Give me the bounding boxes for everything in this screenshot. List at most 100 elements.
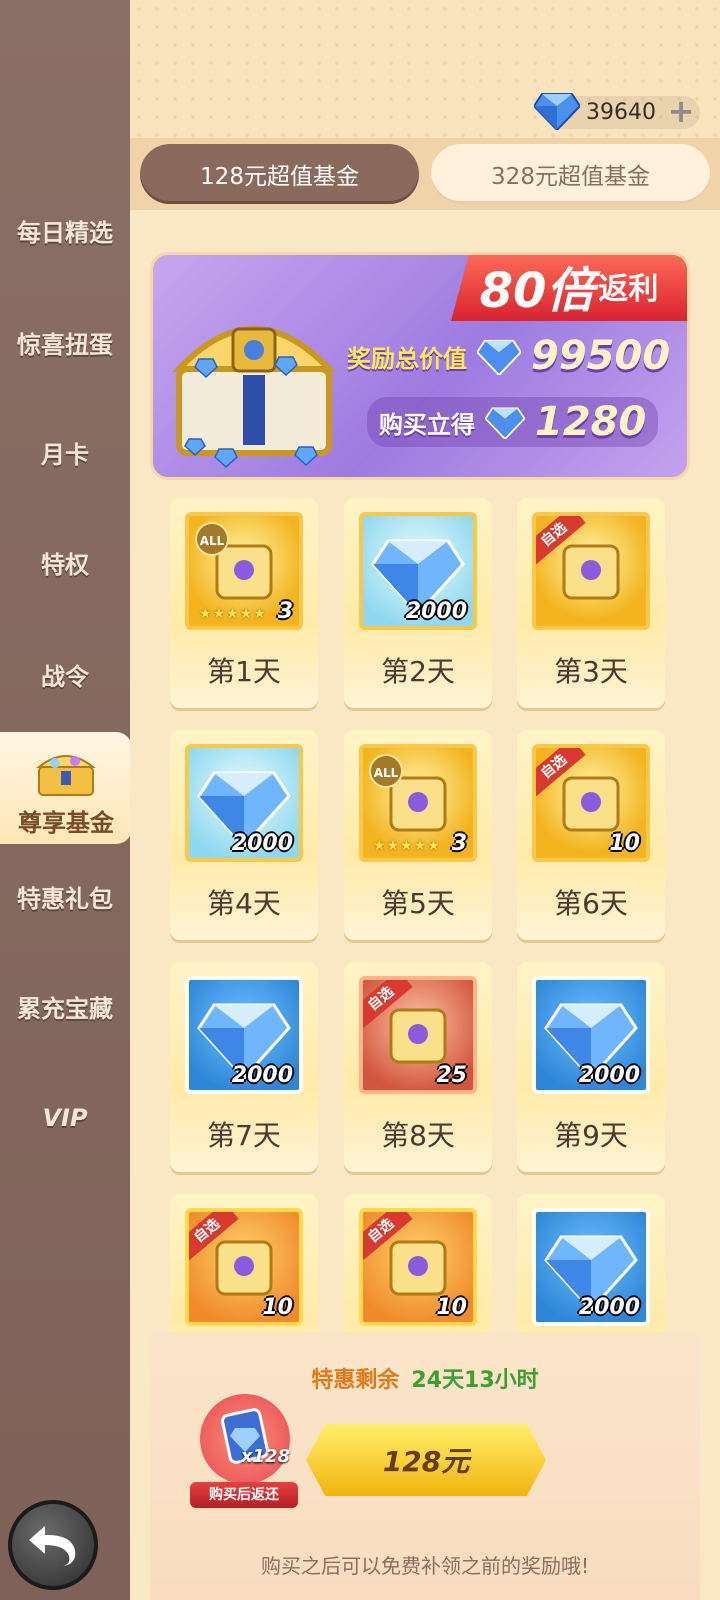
reward-card[interactable]: 自选第3天	[517, 498, 665, 708]
reward-card[interactable]: ALL ★ ★ ★ ★ ★ 3 第5天	[344, 730, 492, 940]
diamond-icon	[485, 407, 525, 439]
countdown-label: 特惠剩余	[311, 1368, 400, 1393]
rebate-ribbon: 80倍 返利	[451, 255, 687, 321]
reward-card[interactable]: 自选 10 第6天	[517, 730, 665, 940]
reward-quantity: 2000	[578, 1295, 640, 1320]
sidebar-item-special-packs[interactable]: 特惠礼包	[0, 840, 130, 952]
reward-card[interactable]: ALL ★ ★ ★ ★ ★ 3 第1天	[170, 498, 318, 708]
add-diamond-button[interactable]: +	[666, 95, 696, 127]
reward-icon: 自选 10	[185, 1208, 303, 1326]
tab-128-fund[interactable]: 128元超值基金	[140, 144, 419, 204]
buy-button[interactable]: 128元	[306, 1424, 546, 1496]
reward-icon: 自选	[532, 512, 650, 630]
reward-day-label: 第2天	[381, 655, 455, 688]
star-icon: ★	[239, 606, 253, 622]
diamond-ticket-icon	[200, 1394, 290, 1484]
sidebar-item-label: 每日精选	[17, 218, 113, 247]
reward-card[interactable]: 自选 25 第8天	[344, 962, 492, 1172]
diamond-icon	[477, 339, 521, 375]
sidebar-item-label: 累充宝藏	[17, 994, 113, 1023]
reward-card[interactable]: 2000 第2天	[344, 498, 492, 708]
refund-caption: 购买后返还	[190, 1482, 298, 1508]
reward-icon: 自选 25	[359, 976, 477, 1094]
star-icon: ★	[253, 606, 266, 622]
refund-badge: x128 购买后返还	[190, 1384, 298, 1508]
sidebar-item-label: 惊喜扭蛋	[17, 330, 113, 359]
reward-quantity: 3	[277, 599, 293, 624]
main-panel: 39640 + 128元超值基金 328元超值基金 80倍 返利 奖励总价值 9…	[130, 0, 720, 1600]
top-bar: 39640 +	[130, 0, 720, 140]
sidebar-item-label: 月卡	[41, 440, 89, 469]
reward-day-label: 第1天	[207, 655, 281, 688]
reward-icon: 自选 10	[359, 1208, 477, 1326]
reward-icon: 2000	[532, 1208, 650, 1326]
rebate-label: 返利	[598, 272, 659, 307]
star-icon: ★	[226, 606, 239, 622]
all-tag: ALL	[195, 522, 229, 556]
reward-quantity: 2000	[231, 831, 293, 856]
sidebar-item-premium-fund[interactable]: 尊享基金	[0, 732, 132, 844]
back-button[interactable]	[8, 1500, 98, 1590]
purchase-section: 特惠剩余 24天13小时 x128 购买后返还 128元 购买之后可以免费补领之前…	[150, 1332, 700, 1600]
reward-card[interactable]: 2000 第9天	[517, 962, 665, 1172]
instant-reward-label: 购买立得	[379, 410, 475, 439]
reward-day-label: 第4天	[207, 887, 281, 920]
fund-banner: 80倍 返利 奖励总价值 99500 购买立得 1280	[150, 252, 690, 480]
star-icon: ★	[212, 606, 226, 622]
countdown-value: 24天13小时	[411, 1368, 539, 1393]
reward-quantity: 3	[451, 831, 467, 856]
sidebar-item-battle-pass[interactable]: 战令	[0, 618, 130, 730]
all-tag: ALL	[369, 754, 403, 788]
reward-icon: 2000	[532, 976, 650, 1094]
fund-tabs: 128元超值基金 328元超值基金	[130, 138, 720, 210]
reward-icon: 2000	[359, 512, 477, 630]
reward-quantity: 25	[436, 1063, 467, 1088]
total-value-row: 奖励总价值 99500	[347, 333, 670, 379]
star-rating: ★ ★ ★ ★ ★	[373, 838, 440, 854]
sidebar-item-vip[interactable]: VIP	[0, 1062, 130, 1174]
reward-card[interactable]: 2000 第7天	[170, 962, 318, 1172]
reward-icon: ALL ★ ★ ★ ★ ★ 3	[359, 744, 477, 862]
diamond-icon	[534, 93, 580, 130]
total-value: 99500	[531, 333, 671, 379]
sidebar-item-label: 特权	[41, 550, 89, 579]
sidebar: 每日精选 惊喜扭蛋 月卡 特权 战令 尊享基金 特惠礼包 累充宝藏 VIP	[0, 0, 132, 1600]
star-icon: ★	[413, 838, 427, 854]
treasure-chest-icon	[172, 326, 336, 469]
diamond-balance: 39640 +	[534, 93, 700, 130]
reward-icon: ALL ★ ★ ★ ★ ★ 3	[185, 512, 303, 630]
reward-quantity: 2000	[231, 1063, 293, 1088]
sidebar-item-privilege[interactable]: 特权	[0, 506, 130, 618]
reward-day-label: 第8天	[381, 1119, 455, 1152]
reward-card[interactable]: 2000 第4天	[170, 730, 318, 940]
sidebar-item-label: VIP	[42, 1104, 88, 1132]
star-icon: ★	[373, 838, 386, 854]
star-icon: ★	[400, 838, 413, 854]
star-rating: ★ ★ ★ ★ ★	[199, 606, 266, 622]
sidebar-item-cumulative-treasure[interactable]: 累充宝藏	[0, 950, 130, 1062]
star-icon: ★	[427, 838, 440, 854]
reward-day-label: 第3天	[554, 655, 628, 688]
reward-day-label: 第7天	[207, 1119, 281, 1152]
reward-quantity: 10	[436, 1295, 467, 1320]
treasure-chest-icon	[31, 745, 101, 799]
sidebar-item-surprise-gacha[interactable]: 惊喜扭蛋	[0, 286, 130, 398]
reward-quantity: 2000	[405, 599, 467, 624]
star-icon: ★	[386, 838, 400, 854]
sidebar-item-daily-picks[interactable]: 每日精选	[0, 174, 130, 286]
reward-quantity: 10	[609, 831, 640, 856]
reward-quantity: 10	[262, 1295, 293, 1320]
instant-reward-row: 购买立得 1280	[367, 397, 659, 447]
reward-day-label: 第9天	[554, 1119, 628, 1152]
sidebar-item-label: 尊享基金	[18, 809, 114, 837]
rebate-multiplier: 80倍	[479, 263, 595, 319]
reward-quantity: 2000	[578, 1063, 640, 1088]
sidebar-item-label: 特惠礼包	[17, 884, 113, 913]
sidebar-item-monthly-card[interactable]: 月卡	[0, 396, 130, 508]
footnote: 购买之后可以免费补领之前的奖励哦!	[260, 1554, 590, 1578]
instant-reward-value: 1280	[535, 399, 647, 445]
tab-328-fund[interactable]: 328元超值基金	[431, 144, 710, 204]
back-arrow-icon	[29, 1526, 76, 1566]
reward-icon: 自选 10	[532, 744, 650, 862]
star-icon: ★	[199, 606, 212, 622]
